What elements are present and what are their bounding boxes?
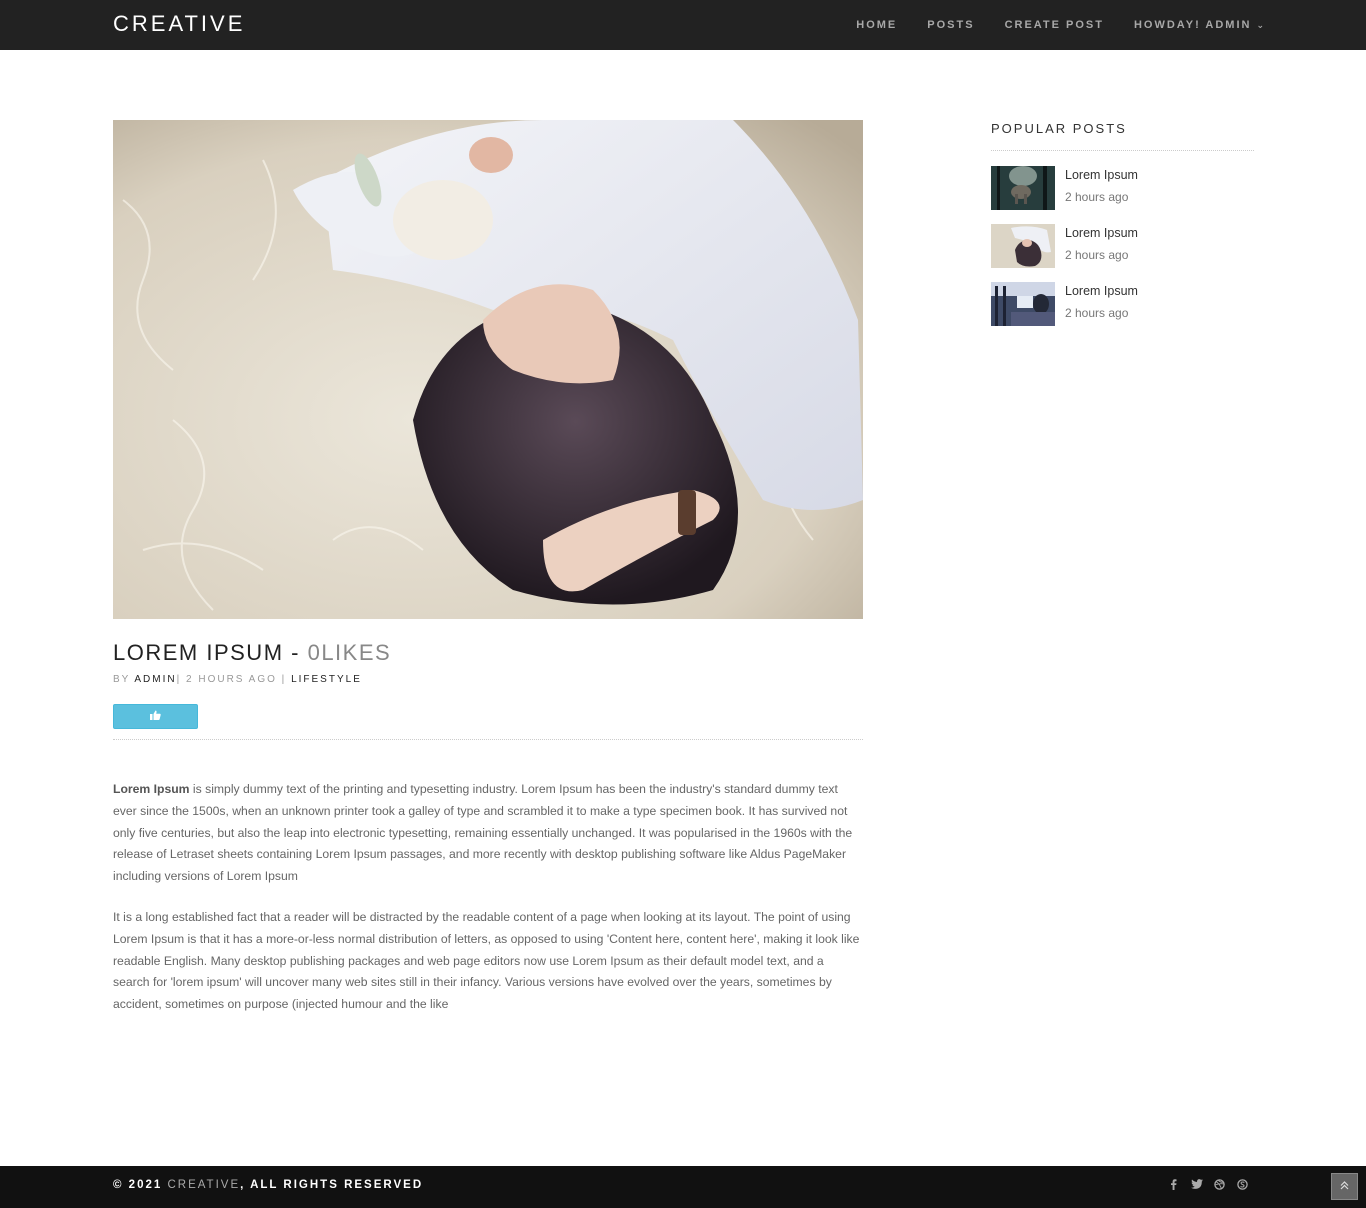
nav-home[interactable]: HOME [856, 19, 897, 31]
meta-time: | 2 HOURS AGO | [176, 674, 292, 685]
nav-posts-label: POSTS [927, 19, 975, 31]
post-meta: BY ADMIN| 2 HOURS AGO | LIFESTYLE [113, 674, 362, 685]
popular-post-time: 2 hours ago [1065, 190, 1129, 204]
post-divider [113, 739, 863, 740]
post-body: Lorem Ipsum is simply dummy text of the … [113, 779, 863, 1035]
popular-post-item[interactable]: Lorem Ipsum 2 hours ago [991, 282, 1254, 326]
top-navbar: CREATIVE HOME POSTS CREATE POST HOWDAY! … [0, 0, 1366, 50]
sidebar-divider [991, 150, 1254, 151]
nav-home-label: HOME [856, 19, 898, 31]
footer-brand-link[interactable]: CREATIVE [167, 1179, 240, 1191]
nav-user-dropdown[interactable]: HOWDAY! ADMIN ⌄ [1134, 19, 1266, 31]
popular-post-thumbnail [991, 224, 1055, 268]
like-button[interactable] [113, 704, 198, 729]
popular-post-title[interactable]: Lorem Ipsum [1065, 168, 1138, 182]
nav-user-label: HOWDAY! ADMIN [1133, 19, 1252, 31]
post-paragraph-2: It is a long established fact that a rea… [113, 909, 860, 1012]
post-lead-text: Lorem Ipsum [113, 782, 190, 796]
popular-post-title[interactable]: Lorem Ipsum [1065, 226, 1138, 240]
popular-post-time: 2 hours ago [1065, 306, 1129, 320]
post-paragraph-1: Lorem Ipsum is simply dummy text of the … [113, 779, 863, 888]
thumbs-up-icon [150, 710, 161, 723]
facebook-icon[interactable] [1167, 1179, 1180, 1193]
footer: © 2021 CREATIVE, ALL RIGHTS RESERVED [0, 1166, 1366, 1208]
post-featured-image [113, 120, 863, 619]
post-paragraph-1-text: is simply dummy text of the printing and… [113, 782, 853, 884]
popular-post-thumbnail [991, 282, 1055, 326]
nav-posts[interactable]: POSTS [927, 19, 974, 31]
popular-post-title[interactable]: Lorem Ipsum [1065, 284, 1138, 298]
social-links [1167, 1179, 1249, 1193]
nav-create-post[interactable]: CREATE POST [1005, 19, 1104, 31]
copyright-suffix: , ALL RIGHTS RESERVED [240, 1179, 424, 1191]
copyright-prefix: © 2021 [113, 1179, 168, 1191]
dribbble-icon[interactable] [1213, 1179, 1226, 1193]
meta-author-link[interactable]: ADMIN [134, 674, 176, 685]
scroll-to-top-button[interactable] [1331, 1173, 1358, 1200]
copyright-text: © 2021 CREATIVE, ALL RIGHTS RESERVED [113, 1179, 423, 1191]
meta-by-label: BY [113, 674, 135, 685]
meta-category-link[interactable]: LIFESTYLE [291, 674, 362, 685]
brand-logo[interactable]: CREATIVE [113, 11, 245, 37]
popular-post-item[interactable]: Lorem Ipsum 2 hours ago [991, 224, 1254, 268]
main-nav: HOME POSTS CREATE POST HOWDAY! ADMIN ⌄ [826, 0, 1266, 50]
chevron-down-icon: ⌄ [1256, 19, 1266, 30]
popular-post-thumbnail [991, 166, 1055, 210]
skype-icon[interactable] [1236, 1179, 1249, 1193]
twitter-icon[interactable] [1190, 1179, 1203, 1193]
popular-post-time: 2 hours ago [1065, 248, 1129, 262]
post-title-text: LOREM IPSUM - [113, 640, 308, 665]
post-title: LOREM IPSUM - 0LIKES [113, 640, 391, 666]
popular-posts-title: POPULAR POSTS [991, 121, 1127, 136]
double-chevron-up-icon [1340, 1180, 1349, 1193]
post-like-count: 0LIKES [307, 640, 392, 665]
popular-post-item[interactable]: Lorem Ipsum 2 hours ago [991, 166, 1254, 210]
nav-create-post-label: CREATE POST [1004, 19, 1104, 31]
